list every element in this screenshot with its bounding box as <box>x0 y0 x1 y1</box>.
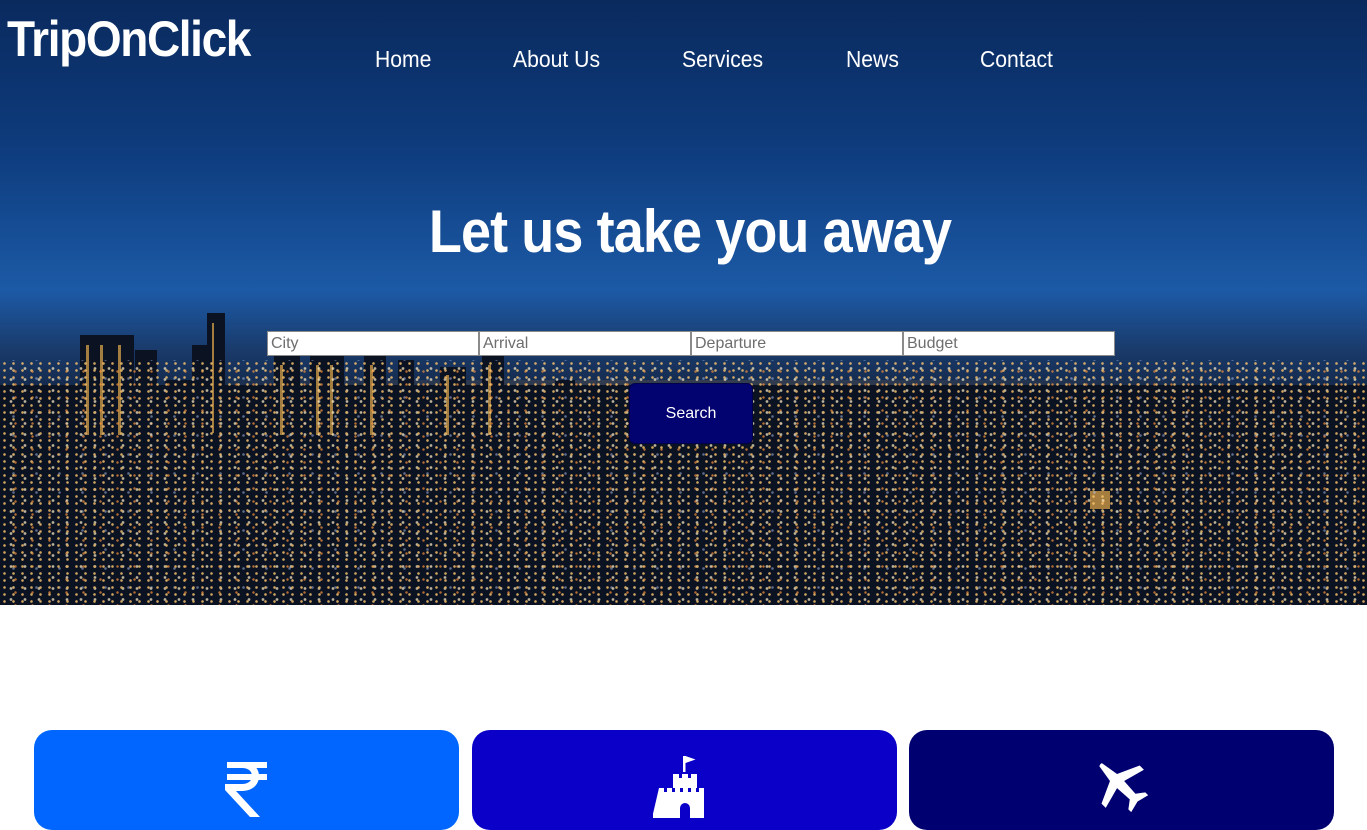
hero-banner: TripOnClick Home About Us Services News … <box>0 0 1367 605</box>
arrival-input[interactable] <box>479 331 691 356</box>
rupee-icon <box>224 762 267 817</box>
nav-services[interactable]: Services <box>682 44 763 74</box>
hero-headline: Let us take you away <box>428 198 952 265</box>
feature-cards <box>0 730 1367 830</box>
feature-card-budget[interactable] <box>34 730 459 830</box>
budget-input[interactable] <box>903 331 1115 356</box>
castle-icon <box>652 756 704 818</box>
main-nav: Home About Us Services News Contact <box>0 44 1367 74</box>
feature-card-destinations[interactable] <box>472 730 897 830</box>
nav-home[interactable]: Home <box>375 44 431 74</box>
city-input[interactable] <box>267 331 479 356</box>
trip-search-form <box>267 331 1115 356</box>
feature-card-flights[interactable] <box>909 730 1334 830</box>
nav-news[interactable]: News <box>846 44 899 74</box>
nav-about-us[interactable]: About Us <box>513 44 600 74</box>
departure-input[interactable] <box>691 331 903 356</box>
airplane-icon <box>1098 763 1148 813</box>
nav-contact[interactable]: Contact <box>980 44 1053 74</box>
search-button[interactable]: Search <box>629 383 753 444</box>
